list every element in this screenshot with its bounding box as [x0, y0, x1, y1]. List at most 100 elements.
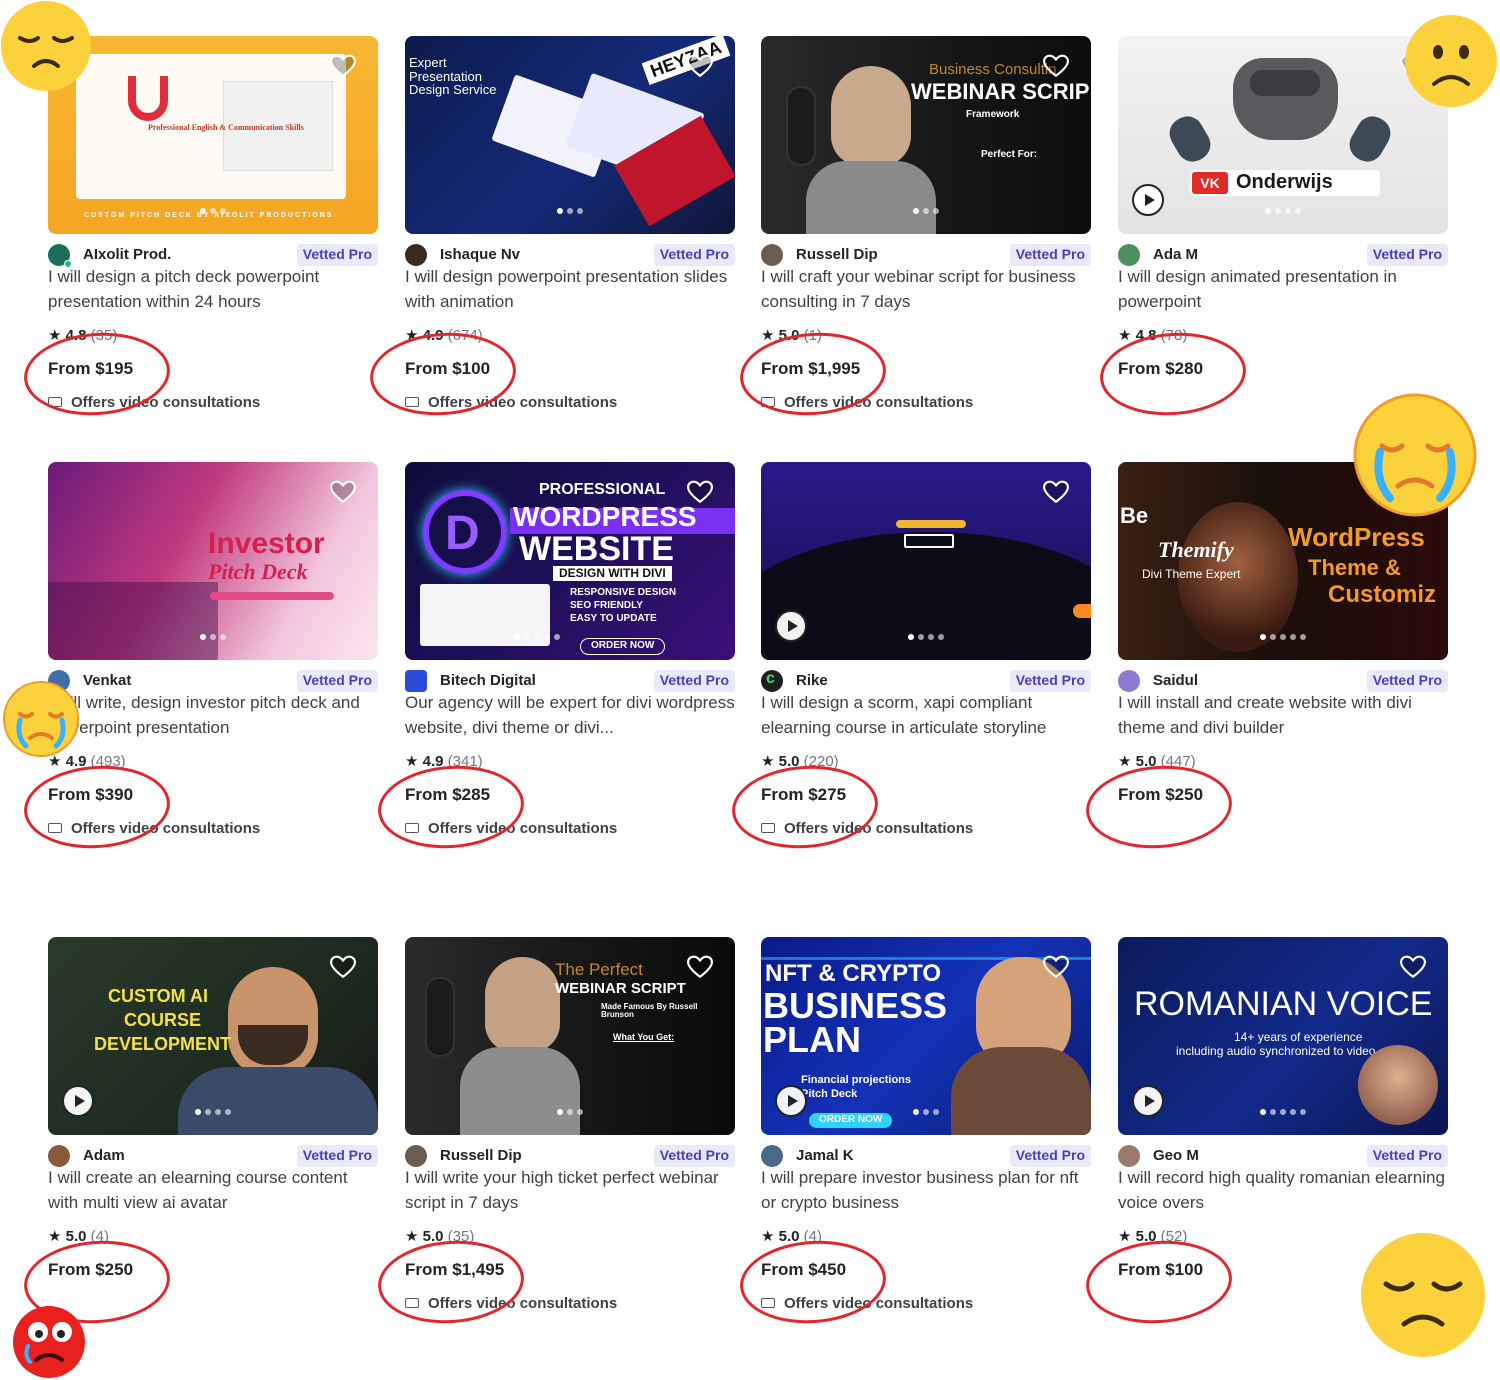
- carousel-dots[interactable]: [1260, 634, 1306, 640]
- carousel-dots[interactable]: [913, 1109, 939, 1115]
- gig-card[interactable]: ROMANIAN VOICE 14+ years of experience i…: [1118, 937, 1448, 1279]
- avatar[interactable]: [1118, 244, 1140, 266]
- play-icon[interactable]: [62, 1085, 94, 1117]
- heart-icon[interactable]: [1043, 480, 1069, 504]
- avatar[interactable]: [1118, 670, 1140, 692]
- heart-icon[interactable]: [687, 955, 713, 979]
- play-icon[interactable]: [775, 610, 807, 642]
- seller-row[interactable]: Ada M Vetted Pro: [1118, 242, 1448, 266]
- gig-title[interactable]: I will write your high ticket perfect we…: [405, 1165, 735, 1215]
- seller-row[interactable]: Russell Dip Vetted Pro: [405, 1143, 735, 1167]
- seller-name[interactable]: Geo M: [1153, 1147, 1199, 1164]
- avatar[interactable]: [761, 244, 783, 266]
- thumbnail-text: SEO FRIENDLY: [570, 600, 643, 611]
- gig-card[interactable]: Business Consultin WEBINAR SCRIP Framewo…: [761, 36, 1091, 411]
- carousel-dots[interactable]: [200, 208, 226, 214]
- seller-name[interactable]: Saidul: [1153, 672, 1198, 689]
- gig-title[interactable]: I will prepare investor business plan fo…: [761, 1165, 1091, 1215]
- gig-thumbnail[interactable]: [761, 462, 1091, 660]
- seller-name[interactable]: Russell Dip: [796, 246, 878, 263]
- seller-name[interactable]: Adam: [83, 1147, 125, 1164]
- heart-icon[interactable]: [687, 54, 713, 78]
- gig-thumbnail[interactable]: D PROFESSIONAL WORDPRESS WEBSITE DESIGN …: [405, 462, 735, 660]
- heart-icon[interactable]: [1400, 955, 1426, 979]
- carousel-dots[interactable]: [557, 208, 583, 214]
- heart-icon[interactable]: [330, 54, 356, 78]
- play-icon[interactable]: [775, 1085, 807, 1117]
- order-now-button[interactable]: ORDER NOW: [809, 1113, 893, 1128]
- seller-name[interactable]: Russell Dip: [440, 1147, 522, 1164]
- seller-row[interactable]: AIxolit Prod. Vetted Pro: [48, 242, 378, 268]
- heart-icon[interactable]: [1043, 54, 1069, 78]
- heart-icon[interactable]: [1043, 955, 1069, 979]
- gig-thumbnail[interactable]: Expert Presentation Design Service HEYZA…: [405, 36, 735, 234]
- seller-row[interactable]: Adam Vetted Pro: [48, 1143, 378, 1167]
- seller-row[interactable]: Russell Dip Vetted Pro: [761, 242, 1091, 266]
- seller-row[interactable]: Ishaque Nv Vetted Pro: [405, 242, 735, 266]
- vk-logo: VK: [1192, 172, 1228, 194]
- avatar[interactable]: [405, 244, 427, 266]
- gig-card[interactable]: NFT & CRYPTO BUSINESS PLAN Financial pro…: [761, 937, 1091, 1312]
- gig-title[interactable]: I will record high quality romanian elea…: [1118, 1165, 1448, 1215]
- seller-name[interactable]: Jamal K: [796, 1147, 854, 1164]
- carousel-dots[interactable]: [1260, 1109, 1306, 1115]
- gig-card[interactable]: The Perfect WEBINAR SCRIPT Made Famous B…: [405, 937, 735, 1312]
- gig-title[interactable]: I will design a pitch deck powerpoint pr…: [48, 264, 378, 314]
- seller-row[interactable]: c Rike Vetted Pro: [761, 668, 1091, 692]
- avatar[interactable]: [405, 1145, 427, 1167]
- gig-card[interactable]: Investor Pitch Deck Venkat Vetted Pro I …: [48, 462, 378, 837]
- seller-name[interactable]: Rike: [796, 672, 828, 689]
- gig-title[interactable]: I will craft your webinar script for bus…: [761, 264, 1091, 314]
- carousel-dots[interactable]: [514, 634, 560, 640]
- heart-icon[interactable]: [330, 480, 356, 504]
- seller-row[interactable]: Jamal K Vetted Pro: [761, 1143, 1091, 1167]
- gig-card[interactable]: c Rike Vetted Pro I will design a scorm,…: [761, 462, 1091, 837]
- gig-card[interactable]: Professional English & Communication Ski…: [48, 36, 378, 411]
- carousel-dots[interactable]: [195, 1109, 231, 1115]
- gig-card[interactable]: CUSTOM AI COURSE DEVELOPMENT Adam Vetted…: [48, 937, 378, 1279]
- gig-thumbnail[interactable]: VK Onderwijs: [1118, 36, 1448, 234]
- carousel-dots[interactable]: [908, 634, 944, 640]
- avatar[interactable]: [1118, 1145, 1140, 1167]
- seller-name[interactable]: Venkat: [83, 672, 131, 689]
- gig-thumbnail[interactable]: Investor Pitch Deck: [48, 462, 378, 660]
- carousel-dots[interactable]: [1265, 208, 1301, 214]
- gig-title[interactable]: I will design powerpoint presentation sl…: [405, 264, 735, 314]
- seller-name[interactable]: Bitech Digital: [440, 672, 536, 689]
- seller-row[interactable]: Bitech Digital Vetted Pro: [405, 668, 735, 692]
- gig-thumbnail[interactable]: ROMANIAN VOICE 14+ years of experience i…: [1118, 937, 1448, 1135]
- play-icon[interactable]: [1132, 1085, 1164, 1117]
- heart-icon[interactable]: [687, 480, 713, 504]
- seller-name[interactable]: Ada M: [1153, 246, 1198, 263]
- avatar[interactable]: [48, 1145, 70, 1167]
- carousel-dots[interactable]: [913, 208, 939, 214]
- gig-card[interactable]: VK Onderwijs Ada M Vetted Pro I will des…: [1118, 36, 1448, 378]
- gig-title[interactable]: I will install and create website with d…: [1118, 690, 1448, 740]
- seller-row[interactable]: Geo M Vetted Pro: [1118, 1143, 1448, 1167]
- gig-card[interactable]: Expert Presentation Design Service HEYZA…: [405, 36, 735, 411]
- avatar[interactable]: [761, 1145, 783, 1167]
- gig-title[interactable]: I will create an elearning course conten…: [48, 1165, 378, 1215]
- gig-thumbnail[interactable]: Professional English & Communication Ski…: [48, 36, 378, 234]
- carousel-dots[interactable]: [200, 634, 226, 640]
- gig-thumbnail[interactable]: NFT & CRYPTO BUSINESS PLAN Financial pro…: [761, 937, 1091, 1135]
- gig-title[interactable]: I will design a scorm, xapi compliant el…: [761, 690, 1091, 740]
- carousel-dots[interactable]: [557, 1109, 583, 1115]
- avatar[interactable]: [405, 670, 427, 692]
- gig-thumbnail[interactable]: CUSTOM AI COURSE DEVELOPMENT: [48, 937, 378, 1135]
- gig-title[interactable]: Our agency will be expert for divi wordp…: [405, 690, 735, 740]
- seller-row[interactable]: Saidul Vetted Pro: [1118, 668, 1448, 692]
- heart-icon[interactable]: [330, 955, 356, 979]
- order-now-button[interactable]: ORDER NOW: [580, 638, 666, 655]
- seller-row[interactable]: Venkat Vetted Pro: [48, 668, 378, 692]
- seller-name[interactable]: Ishaque Nv: [440, 246, 520, 263]
- seller-name[interactable]: AIxolit Prod.: [83, 246, 171, 263]
- gig-card[interactable]: D PROFESSIONAL WORDPRESS WEBSITE DESIGN …: [405, 462, 735, 837]
- gig-thumbnail[interactable]: The Perfect WEBINAR SCRIPT Made Famous B…: [405, 937, 735, 1135]
- gig-title[interactable]: I will design animated presentation in p…: [1118, 264, 1448, 314]
- thumbnail-text: COURSE: [124, 1010, 202, 1030]
- play-icon[interactable]: [1132, 184, 1164, 216]
- thumbnail-text: WEBINAR SCRIP: [911, 79, 1090, 104]
- gig-thumbnail[interactable]: Business Consultin WEBINAR SCRIP Framewo…: [761, 36, 1091, 234]
- gig-title[interactable]: I will write, design investor pitch deck…: [48, 690, 378, 740]
